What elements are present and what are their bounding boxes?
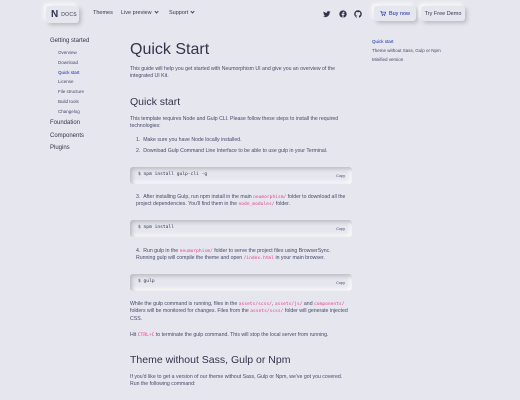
list-item: 1. Make sure you have Node locally insta… (136, 137, 352, 144)
heading-theme-without-sass: Theme without Sass, Gulp or Npm (130, 354, 291, 366)
sidebar-item-overview[interactable]: Overview (58, 48, 89, 58)
sidebar-group-components[interactable]: Components (50, 133, 84, 139)
steps-list-1: 1. Make sure you have Node locally insta… (130, 137, 352, 156)
brand-logo[interactable]: N DOCS (46, 6, 79, 23)
code-text: $ npm install gulp-cli -g (138, 172, 208, 177)
hit-part: to terminate the gulp command. This will… (154, 332, 329, 338)
inline-code: assets/scss/ (250, 309, 284, 315)
sidebar-item-file-structure[interactable]: File structure (58, 87, 89, 97)
theme-paragraph: If you'd like to get a version of our th… (130, 374, 343, 388)
heading-quick-start: Quick start (130, 96, 181, 108)
code-block: $ npm install Copy (130, 220, 352, 237)
inline-code: neumorphism/ (253, 195, 287, 200)
watch-paragraph: While the gulp command is running, files… (130, 301, 352, 323)
table-of-contents: Quick start Theme without Sass, Gulp or … (372, 37, 441, 64)
chevron-down-icon (153, 9, 159, 14)
step-3-text: 3. After installing Gulp, run npm instal… (136, 194, 346, 208)
sidebar-group-foundation[interactable]: Foundation (50, 120, 80, 126)
top-navbar: N DOCS Themes Live preview Support Buy n… (0, 0, 520, 30)
step-1-text: Make sure you have Node locally installe… (143, 137, 242, 143)
inline-code: assets/js/ (274, 302, 303, 307)
brand-label: DOCS (61, 11, 77, 18)
step-4-text: 4. Run gulp in the neumorphism/ folder t… (136, 248, 331, 262)
sidebar-section-getting-started[interactable]: Getting started (50, 38, 89, 44)
inline-code: components/ (314, 302, 345, 307)
nav-live-preview[interactable]: Live preview (121, 9, 159, 16)
step-4-part: Run gulp in the (143, 248, 180, 254)
nav-themes[interactable]: Themes (93, 10, 113, 16)
nav-support-label: Support (169, 10, 189, 16)
try-free-demo-button[interactable]: Try Free Demo (421, 6, 465, 21)
watch-part: folders will be monitored for changes. F… (130, 308, 251, 315)
toc-item-theme-without-sass[interactable]: Theme without Sass, Gulp or Npm (372, 46, 441, 55)
facebook-icon[interactable] (339, 10, 347, 18)
requirements-paragraph: This template requires Node and Gulp CLI… (130, 116, 339, 130)
chevron-down-icon (190, 9, 195, 14)
brand-letter: N (51, 9, 59, 20)
step-2-text: Download Gulp Command Line Interface to … (143, 148, 328, 155)
hit-ctrl-c-paragraph: Hit CTRL+C to terminate the gulp command… (130, 332, 352, 339)
cart-icon (380, 11, 386, 16)
hit-part: Hit (130, 332, 138, 338)
try-free-demo-label: Try Free Demo (424, 10, 462, 17)
inline-code: /index.html (243, 256, 275, 262)
toc-item-quick-start[interactable]: Quick start (372, 37, 441, 46)
nav-support[interactable]: Support (169, 9, 195, 16)
inline-code: neumorphism/ (179, 249, 213, 254)
sidebar-item-build-tools[interactable]: Build tools (58, 97, 89, 107)
buy-now-button[interactable]: Buy now (374, 6, 416, 21)
step-3-part: After installing Gulp, run npm install i… (143, 194, 254, 200)
step-4-part: in your main browser. (274, 255, 325, 262)
inline-code: CTRL+C (137, 333, 155, 338)
code-block: $ npm install gulp-cli -g Copy (130, 167, 352, 184)
sidebar-item-quick-start[interactable]: Quick start (58, 68, 89, 78)
step-3-part: folder. (274, 201, 291, 208)
watch-part: and (302, 301, 315, 307)
inline-code: assets/scss/ (238, 302, 272, 307)
watch-part: While the gulp command is running, files… (130, 301, 239, 307)
list-item: 2. Download Gulp Command Line Interface … (136, 148, 352, 155)
twitter-icon[interactable] (323, 10, 331, 18)
page-title: Quick Start (130, 41, 210, 58)
copy-button[interactable]: Copy (336, 281, 345, 285)
sidebar-item-changelog[interactable]: Changelog (58, 107, 89, 117)
sidebar-group-plugins[interactable]: Plugins (50, 145, 70, 151)
inline-code: node_modules/ (238, 202, 275, 208)
toc-item-minified-version[interactable]: Minified version (372, 55, 441, 64)
sidebar-item-download[interactable]: Download (58, 58, 89, 68)
docs-sidebar: Getting started Overview Download Quick … (50, 38, 89, 151)
copy-button[interactable]: Copy (336, 174, 345, 178)
intro-paragraph: This guide will help you get started wit… (130, 66, 336, 80)
code-text: $ gulp (138, 279, 155, 284)
nav-live-preview-label: Live preview (121, 10, 152, 16)
sidebar-item-license[interactable]: License (58, 77, 89, 87)
code-block: $ gulp Copy (130, 274, 352, 291)
buy-now-label: Buy now (388, 10, 411, 17)
copy-button[interactable]: Copy (336, 227, 345, 231)
code-text: $ npm install (138, 225, 174, 230)
github-icon[interactable] (354, 10, 362, 18)
